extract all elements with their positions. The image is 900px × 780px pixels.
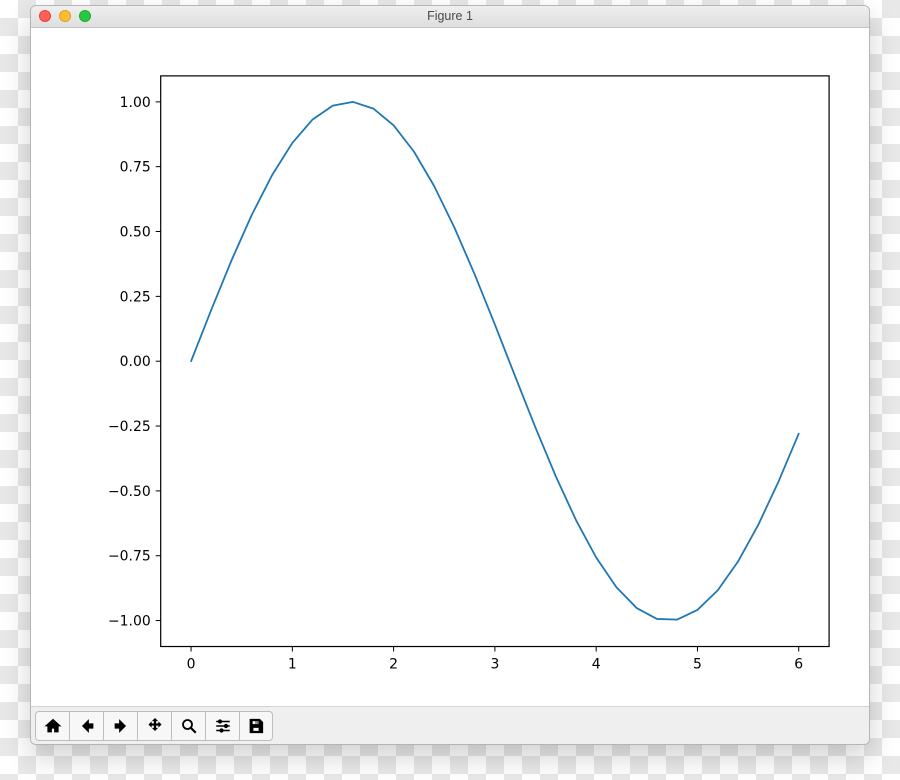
svg-text:0.75: 0.75 bbox=[120, 160, 151, 176]
titlebar: Figure 1 bbox=[31, 6, 869, 28]
svg-text:−0.75: −0.75 bbox=[108, 549, 151, 565]
svg-text:−0.50: −0.50 bbox=[108, 484, 151, 500]
pan-button[interactable] bbox=[137, 711, 171, 741]
svg-text:2: 2 bbox=[389, 656, 398, 672]
home-icon bbox=[44, 717, 62, 735]
line-chart: 0 1 2 3 4 5 6 −1.00 −0.75 −0.50 −0.25 0.00 0.25 0.50 0… bbox=[31, 28, 869, 706]
svg-text:0.25: 0.25 bbox=[120, 289, 151, 305]
svg-text:3: 3 bbox=[490, 656, 499, 672]
zoom-button[interactable] bbox=[171, 711, 205, 741]
svg-text:−0.25: −0.25 bbox=[108, 419, 151, 435]
figure-window: Figure 1 0 1 2 3 4 5 6 −1.00 −0.75 −0.50 −0.25 0.00… bbox=[30, 5, 870, 745]
window-traffic-lights bbox=[39, 6, 91, 27]
svg-text:0.00: 0.00 bbox=[120, 354, 151, 370]
pan-icon bbox=[146, 717, 164, 735]
svg-text:6: 6 bbox=[794, 656, 803, 672]
configure-icon bbox=[214, 717, 232, 735]
svg-text:4: 4 bbox=[592, 656, 601, 672]
forward-button[interactable] bbox=[103, 711, 137, 741]
fullscreen-icon[interactable] bbox=[79, 10, 91, 22]
forward-icon bbox=[112, 717, 130, 735]
svg-text:1: 1 bbox=[288, 656, 297, 672]
zoom-icon bbox=[180, 717, 198, 735]
svg-text:5: 5 bbox=[693, 656, 702, 672]
minimize-icon[interactable] bbox=[59, 10, 71, 22]
save-button[interactable] bbox=[239, 711, 273, 741]
svg-text:0: 0 bbox=[187, 656, 196, 672]
svg-text:0.50: 0.50 bbox=[120, 224, 151, 240]
configure-button[interactable] bbox=[205, 711, 239, 741]
back-icon bbox=[78, 717, 96, 735]
home-button[interactable] bbox=[35, 711, 69, 741]
nav-toolbar bbox=[31, 706, 869, 744]
save-icon bbox=[247, 717, 265, 735]
close-icon[interactable] bbox=[39, 10, 51, 22]
window-title: Figure 1 bbox=[427, 9, 473, 23]
back-button[interactable] bbox=[69, 711, 103, 741]
svg-text:−1.00: −1.00 bbox=[108, 613, 151, 629]
svg-text:1.00: 1.00 bbox=[120, 95, 151, 111]
plot-canvas[interactable]: 0 1 2 3 4 5 6 −1.00 −0.75 −0.50 −0.25 0.00 0.25 0.50 0… bbox=[31, 28, 869, 706]
